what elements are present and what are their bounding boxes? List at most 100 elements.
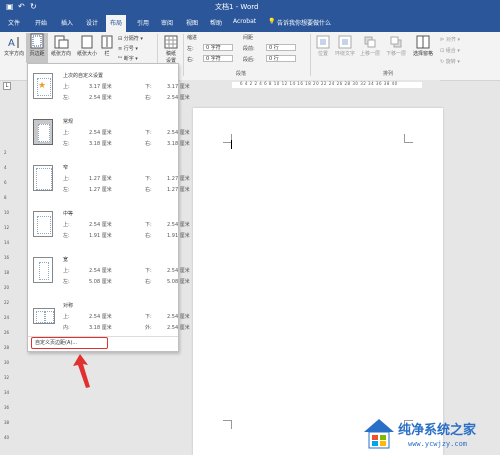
tab-acrobat[interactable]: Acrobat [233,18,256,25]
vruler-number: 30 [4,360,10,365]
selection-pane-label: 选择窗格 [412,51,433,57]
tab-home[interactable]: 开始 [35,18,47,27]
option-name: 宽 [63,257,69,263]
tab-file[interactable]: 文件 [8,18,20,27]
bring-forward-label: 上移一层 [359,51,380,57]
selection-pane-button[interactable]: 选择窗格 [410,35,436,57]
margins-icon [30,33,44,49]
margin-option-narrow[interactable]: 窄 上: 1.27 厘米 下: 1.27 厘米 左: 1.27 厘米 右: 1.27 厘米 [28,158,190,202]
vruler-number: 28 [4,345,10,350]
margin-option-mirrored[interactable]: 对称 上: 2.54 厘米 下: 2.54 厘米 内: 3.18 厘米 外: 2.54 厘米 [28,296,190,340]
indent-left-label: 左: [187,46,194,52]
spacing-heading: 间距 [243,35,254,41]
margin-option-normal[interactable]: 常规 上: 2.54 厘米 下: 2.54 厘米 左: 3.18 厘米 右: 3.18 厘米 [28,112,190,156]
margins-label: 页边距 [29,51,45,57]
position-button[interactable]: 位置 [313,35,333,57]
send-backward-label: 下移一层 [385,51,406,57]
wrap-text-button[interactable]: 环绕文字 [333,35,357,57]
bring-forward-button[interactable]: 上移一层 [357,35,383,57]
text-direction-button[interactable]: A 文字方向 [2,35,26,57]
selection-pane-icon [416,35,430,49]
vruler-number: 14 [4,240,10,245]
tab-design[interactable]: 设计 [86,18,98,27]
send-backward-icon [390,36,402,48]
rotate-button[interactable]: ↻ 旋转 ▾ [440,58,460,65]
margin-option-wide[interactable]: 宽 上: 2.54 厘米 下: 2.54 厘米 左: 5.08 厘米 右: 5.08 厘米 [28,250,190,294]
wrap-text-icon [338,35,352,49]
option-name: 上次的自定义设置 [63,73,104,79]
manuscript-button[interactable]: 稿纸设置 [160,35,182,64]
indent-left-input[interactable]: 0 字符 [203,44,233,51]
indent-heading: 缩进 [187,35,198,41]
separator [183,34,184,76]
vruler-number: 38 [4,420,10,425]
ruler-numbers: 6 4 2 2 4 6 8 10 12 14 16 18 20 22 24 26… [240,81,398,86]
tab-selector[interactable]: L [3,82,11,90]
breaks-button[interactable]: ⊟ 分隔符 ▾ [118,35,143,42]
align-button[interactable]: ⊫ 对齐 ▾ [440,36,460,43]
size-label: 纸张大小 [76,51,97,57]
margins-dropdown: ★ 上次的自定义设置 上: 3.17 厘米 下: 3.17 厘米 左: 2.54 厘米右… [27,63,190,352]
margins-button[interactable]: 页边距 [26,33,48,63]
vruler-number: 10 [4,210,10,215]
save-icon[interactable]: ▣ [6,2,14,11]
option-row-left-right: 左: 5.08 厘米 右: 5.08 厘米 [63,279,190,285]
line-numbers-button[interactable]: ≡ 行号 ▾ [118,45,138,52]
vruler-number: 16 [4,255,10,260]
vruler-number: 34 [4,390,10,395]
indent-right-input[interactable]: 0 字符 [203,55,233,62]
spacing-after-label: 段后: [243,57,255,63]
orientation-button[interactable]: 纸张方向 [49,35,73,57]
columns-button[interactable]: 栏 [100,35,114,57]
option-row-top-bottom: 上: 2.54 厘米 下: 2.54 厘米 [63,130,190,136]
line-numbers-label: 行号 [123,46,134,52]
document-title: 文档1 - Word [215,3,259,11]
option-row-left-right: 内: 3.18 厘米 外: 2.54 厘米 [63,325,190,331]
tab-help[interactable]: 帮助 [210,18,222,27]
watermark-logo: 纯净系统之家 www.ycwjzy.com [360,415,500,455]
hyphenation-button[interactable]: ᵇᵃ 断字 ▾ [118,55,138,62]
tab-references[interactable]: 引用 [137,18,149,27]
wrap-text-label: 环绕文字 [334,51,355,57]
margin-option-moderate[interactable]: 中等 上: 2.54 厘米 下: 2.54 厘米 左: 1.91 厘米 右: 1.91 厘米 [28,204,190,248]
tab-view[interactable]: 视图 [186,18,198,27]
vruler-number: 24 [4,315,10,320]
size-icon [81,35,93,49]
tell-me-search[interactable]: 告诉我你想要做什么 [277,18,331,27]
option-row-top-bottom: 上: 2.54 厘米 下: 2.54 厘米 [63,314,190,320]
send-backward-button[interactable]: 下移一层 [383,35,409,57]
document-page[interactable] [193,108,443,455]
position-label: 位置 [317,51,328,57]
horizontal-ruler[interactable]: 6 4 2 2 4 6 8 10 12 14 16 18 20 22 24 26… [180,80,440,90]
text-cursor [231,140,232,149]
tab-insert[interactable]: 插入 [61,18,73,27]
option-name: 对称 [63,303,74,309]
redo-icon[interactable]: ↻ [30,2,37,11]
option-name: 常规 [63,119,74,125]
separator [310,34,311,76]
tab-layout[interactable]: 布局 [106,15,127,32]
highlight-box [31,337,108,349]
margin-option-last-custom[interactable]: ★ 上次的自定义设置 上: 3.17 厘米 下: 3.17 厘米 左: 2.54 厘米右… [28,66,190,110]
ribbon-tabs: 文件 开始 插入 设计 布局 引用 审阅 视图 帮助 Acrobat 💡 告诉我… [0,14,500,32]
option-row-top-bottom: 上: 2.54 厘米 下: 2.54 厘米 [63,222,190,228]
columns-label: 栏 [104,51,110,57]
spacing-before-input[interactable]: 0 行 [266,44,296,51]
orientation-label: 纸张方向 [50,51,71,57]
option-row-left-right: 左: 1.27 厘米 右: 1.27 厘米 [63,187,190,193]
breaks-label: 分隔符 [123,36,139,42]
vruler-number: 12 [4,225,10,230]
margin-corner-mark [404,134,413,143]
size-button[interactable]: 纸张大小 [74,35,100,57]
undo-icon[interactable]: ↶ [18,2,25,11]
spacing-after-input[interactable]: 0 行 [266,55,296,62]
orientation-icon [54,35,69,49]
tab-review[interactable]: 审阅 [161,18,173,27]
group-label: 组合 [445,48,456,54]
vertical-ruler[interactable]: 2 4 6 8 10 12 14 16 18 20 22 24 26 28 30 32 34 36 38 40 [0,95,12,455]
indent-right-label: 右: [187,57,194,63]
text-direction-label: 文字方向 [3,51,24,57]
hyphenation-label: 断字 [123,56,134,62]
group-button[interactable]: ⊡ 组合 ▾ [440,47,460,54]
paragraph-group-label: 段落 [236,71,247,77]
